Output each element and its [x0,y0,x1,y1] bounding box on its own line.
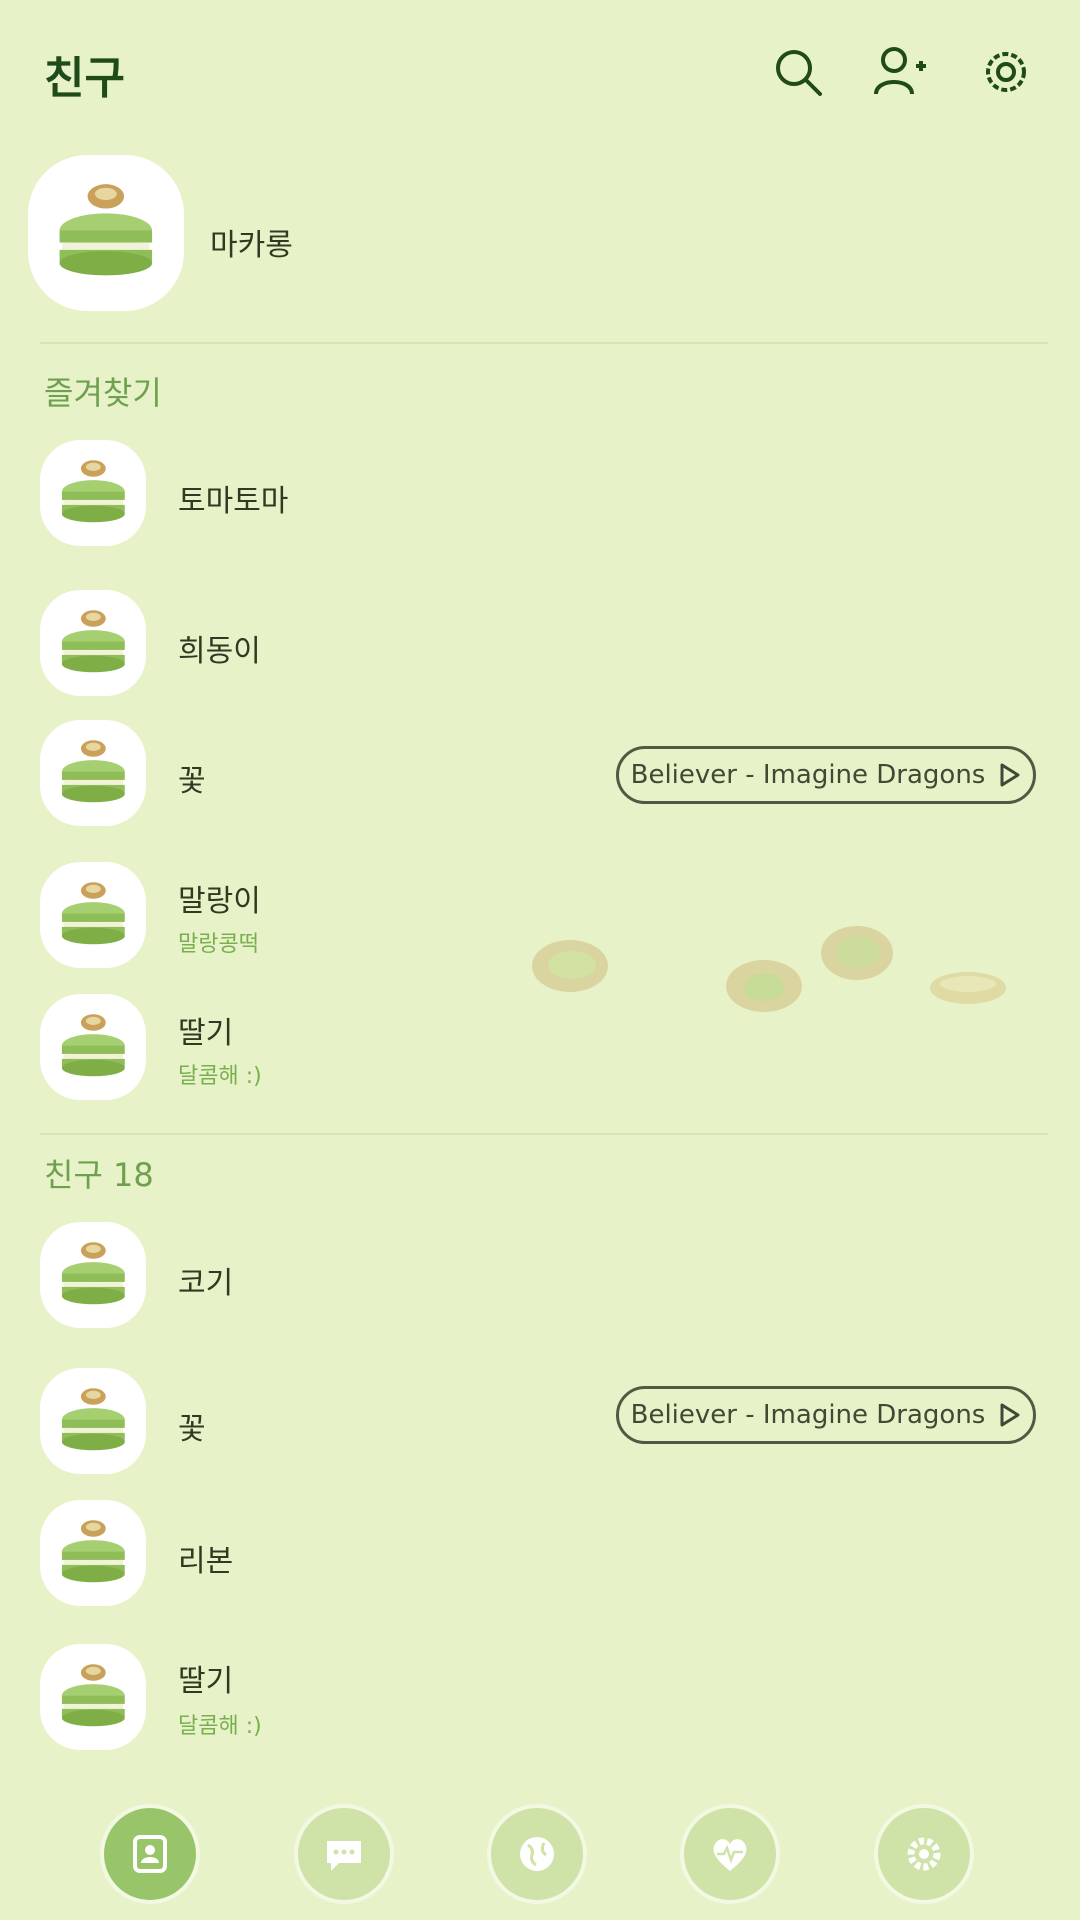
favorite-row[interactable]: 희동이 [0,590,1080,700]
globe-icon [520,1837,554,1871]
friend-name: 딸기 [178,1664,234,1699]
friend-avatar[interactable] [40,1368,146,1474]
pistachio-decoration [821,926,893,980]
friend-status-message: 달콤해 :) [178,1714,262,1739]
my-profile-name[interactable]: 마카롱 [210,220,293,264]
friend-avatar[interactable] [40,720,146,826]
friend-row[interactable]: 코기 [0,1222,1080,1332]
app-header: 친구 [0,0,1080,140]
friend-avatar[interactable] [40,994,146,1100]
search-icon[interactable] [770,44,826,100]
music-title: Believer - Imagine Dragons [630,760,986,790]
friends-section-label: 친구 18 [44,1156,154,1194]
nav-friends-tab[interactable] [100,1804,200,1904]
friend-avatar[interactable] [40,1500,146,1606]
nav-shopping-tab[interactable] [680,1804,780,1904]
pistachio-decoration [726,960,802,1012]
friend-row[interactable]: 딸기 달콤해 :) [0,1644,1080,1754]
nav-view-tab[interactable] [487,1804,587,1904]
friend-row[interactable]: 리본 [0,1500,1080,1610]
play-icon [1000,1403,1020,1427]
music-profile-button[interactable]: Believer - Imagine Dragons [616,746,1036,804]
friend-row[interactable]: 꽃 Believer - Imagine Dragons [0,1368,1080,1478]
friend-avatar[interactable] [40,590,146,696]
divider [40,1133,1048,1135]
friend-name: 리본 [178,1544,234,1579]
friend-status-message: 달콤해 :) [178,1064,262,1089]
bottom-navigation [0,1800,1080,1920]
play-icon [1000,763,1020,787]
add-friend-icon[interactable] [872,44,928,100]
pistachio-decoration [532,940,608,992]
favorite-row[interactable]: 꽃 Believer - Imagine Dragons [0,720,1080,830]
friend-avatar[interactable] [40,440,146,546]
favorite-row[interactable]: 토마토마 [0,440,1080,550]
friend-name: 꽃 [178,764,206,799]
friends-icon [133,1835,167,1873]
friend-name: 토마토마 [178,484,289,519]
heart-icon [713,1839,747,1871]
friend-name: 딸기 [178,1016,234,1051]
divider [40,342,1048,344]
gear-icon [907,1837,941,1871]
music-profile-button[interactable]: Believer - Imagine Dragons [616,1386,1036,1444]
friend-name: 희동이 [178,634,261,669]
nav-chat-tab[interactable] [294,1804,394,1904]
friend-avatar[interactable] [40,1644,146,1750]
favorites-section-label: 즐겨찾기 [44,374,162,412]
page-title: 친구 [44,53,125,104]
pistachio-decoration [930,972,1006,1004]
friend-avatar[interactable] [40,862,146,968]
friend-name: 말랑이 [178,884,261,919]
friend-status-message: 말랑콩떡 [178,932,259,957]
music-title: Believer - Imagine Dragons [630,1400,986,1430]
nav-more-tab[interactable] [874,1804,974,1904]
favorite-row[interactable]: 딸기 달콤해 :) [0,994,1080,1104]
friend-name: 코기 [178,1266,234,1301]
friend-avatar[interactable] [40,1222,146,1328]
chat-icon [327,1841,361,1871]
settings-icon[interactable] [978,44,1034,100]
my-profile-avatar[interactable] [28,155,184,311]
friend-name: 꽃 [178,1412,206,1447]
